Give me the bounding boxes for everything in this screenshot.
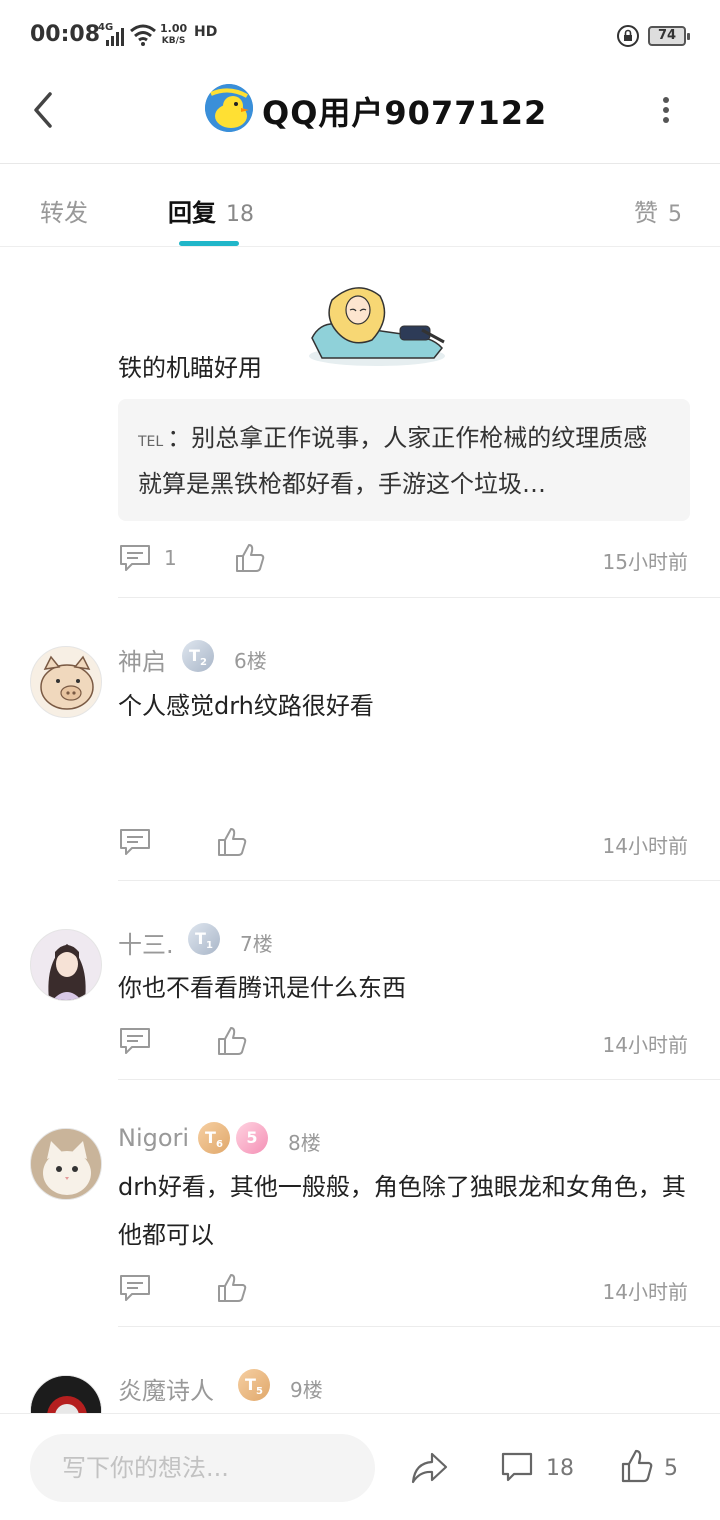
like-icon[interactable] [216, 826, 248, 858]
quoted-text: ：别总拿正作说事，人家正作枪械的纹理质感就算是黑铁枪都好看，手游这个垃圾… [138, 424, 648, 498]
comment-actions: 14小时前 [118, 1025, 688, 1065]
network-speed: 1.00 KB/S [160, 23, 187, 47]
speed-unit: KB/S [161, 36, 186, 46]
level-badge: T6 [198, 1122, 230, 1154]
comment-actions: 14小时前 [118, 826, 688, 866]
cat-avatar-icon [31, 1129, 101, 1199]
comment-icon[interactable] [500, 1450, 534, 1484]
floor-number: 9楼 [290, 1378, 323, 1402]
signal-icon [106, 28, 124, 46]
floor-number: 6楼 [234, 649, 267, 673]
user-avatar[interactable] [205, 84, 253, 132]
bottom-action-bar: 写下你的想法... 18 5 [0, 1413, 720, 1520]
badge-letter: T [245, 1375, 256, 1394]
sticker-image [309, 287, 445, 366]
status-time: 00:08 [30, 22, 101, 47]
more-options-icon[interactable] [652, 92, 680, 128]
divider [118, 1326, 720, 1327]
hd-indicator: HD [194, 24, 218, 40]
tab-like[interactable]: 赞5 [634, 193, 682, 228]
comment-count: 18 [546, 1456, 574, 1481]
back-arrow-icon[interactable] [26, 90, 62, 130]
badge-letter: T [205, 1128, 216, 1147]
comment-actions: 1 15小时前 [118, 542, 688, 582]
badge-letter: T [195, 929, 206, 948]
comment-text: drh好看，其他一般般，角色除了独眼龙和女角色，其他都可以 [118, 1173, 686, 1249]
duck-avatar-icon [205, 84, 253, 132]
quoted-reply[interactable]: TEL ：别总拿正作说事，人家正作枪械的纹理质感就算是黑铁枪都好看，手游这个垃圾… [118, 399, 690, 521]
comment-time: 15小时前 [602, 550, 688, 574]
level-badge: T5 [238, 1369, 270, 1401]
tab-forward-label: 转发 [40, 199, 88, 227]
fan-level-badge: 5 [236, 1122, 268, 1154]
like-count: 5 [664, 1456, 678, 1481]
comment-input[interactable]: 写下你的想法... [30, 1434, 375, 1502]
comment-time: 14小时前 [602, 1280, 688, 1304]
comment-actions: 14小时前 [118, 1272, 688, 1312]
floor-number: 8楼 [288, 1131, 321, 1155]
level-badge: T1 [188, 923, 220, 955]
girl-avatar-icon [31, 930, 101, 1000]
tab-like-label: 赞 [634, 199, 658, 227]
comment-text: 你也不看看腾讯是什么东西 [118, 974, 406, 1002]
speed-value: 1.00 [160, 22, 188, 35]
battery-indicator: 74 [648, 26, 690, 46]
tab-like-count: 5 [668, 202, 682, 227]
floor-number: 7楼 [240, 932, 273, 956]
badge-level: 5 [255, 1386, 263, 1398]
like-icon[interactable] [216, 1272, 248, 1304]
comment-input-placeholder: 写下你的想法... [62, 1454, 229, 1482]
comment-time: 14小时前 [602, 1033, 688, 1057]
commenter-avatar[interactable] [30, 929, 102, 1001]
divider [118, 880, 720, 881]
tab-reply-count: 18 [226, 202, 254, 227]
commenter-name[interactable]: 神启 [118, 642, 166, 677]
badge-level: 1 [205, 940, 213, 952]
badge-letter: T [189, 646, 200, 665]
comment-text: 个人感觉drh纹路很好看 [118, 692, 374, 720]
badge-level: 6 [215, 1139, 223, 1151]
comment-text: 铁的机瞄好用 [118, 354, 262, 382]
active-tab-indicator [179, 241, 239, 246]
like-icon[interactable] [620, 1448, 654, 1484]
like-icon[interactable] [234, 542, 266, 574]
wifi-icon [130, 24, 156, 46]
level-badge: T2 [182, 640, 214, 672]
commenter-name[interactable]: Nigori [118, 1124, 189, 1152]
tab-reply-label: 回复 [168, 199, 216, 227]
rotation-lock-icon [617, 25, 639, 47]
status-bar: 00:08 4G 1.00 KB/S HD 74 [0, 0, 720, 72]
badge-level: 2 [199, 657, 207, 669]
divider [118, 1079, 720, 1080]
divider [118, 597, 720, 598]
reply-icon[interactable] [118, 542, 152, 574]
commenter-name[interactable]: 炎魔诗人 [118, 1371, 214, 1406]
reply-count: 1 [164, 546, 177, 570]
comment-time: 14小时前 [602, 834, 688, 858]
reply-icon[interactable] [118, 826, 152, 858]
reply-icon[interactable] [118, 1025, 152, 1057]
commenter-name[interactable]: 十三. [118, 925, 174, 960]
tab-forward[interactable]: 转发 [40, 193, 88, 228]
quoted-reply-content: TEL ：别总拿正作说事，人家正作枪械的纹理质感就算是黑铁枪都好看，手游这个垃圾… [138, 417, 670, 505]
commenter-avatar[interactable] [30, 1128, 102, 1200]
tab-reply[interactable]: 回复 18 [168, 193, 254, 228]
page-title: QQ用户9077122 [262, 94, 548, 132]
share-icon[interactable] [410, 1450, 448, 1486]
top-app-bar: QQ用户9077122 [0, 72, 720, 164]
like-icon[interactable] [216, 1025, 248, 1057]
commenter-avatar[interactable] [30, 646, 102, 718]
quoted-author: TEL [138, 434, 164, 450]
reply-icon[interactable] [118, 1272, 152, 1304]
fan-level-value: 5 [246, 1128, 258, 1147]
pig-avatar-icon [31, 647, 101, 717]
tab-bar: 转发 回复 18 赞5 [0, 165, 720, 247]
